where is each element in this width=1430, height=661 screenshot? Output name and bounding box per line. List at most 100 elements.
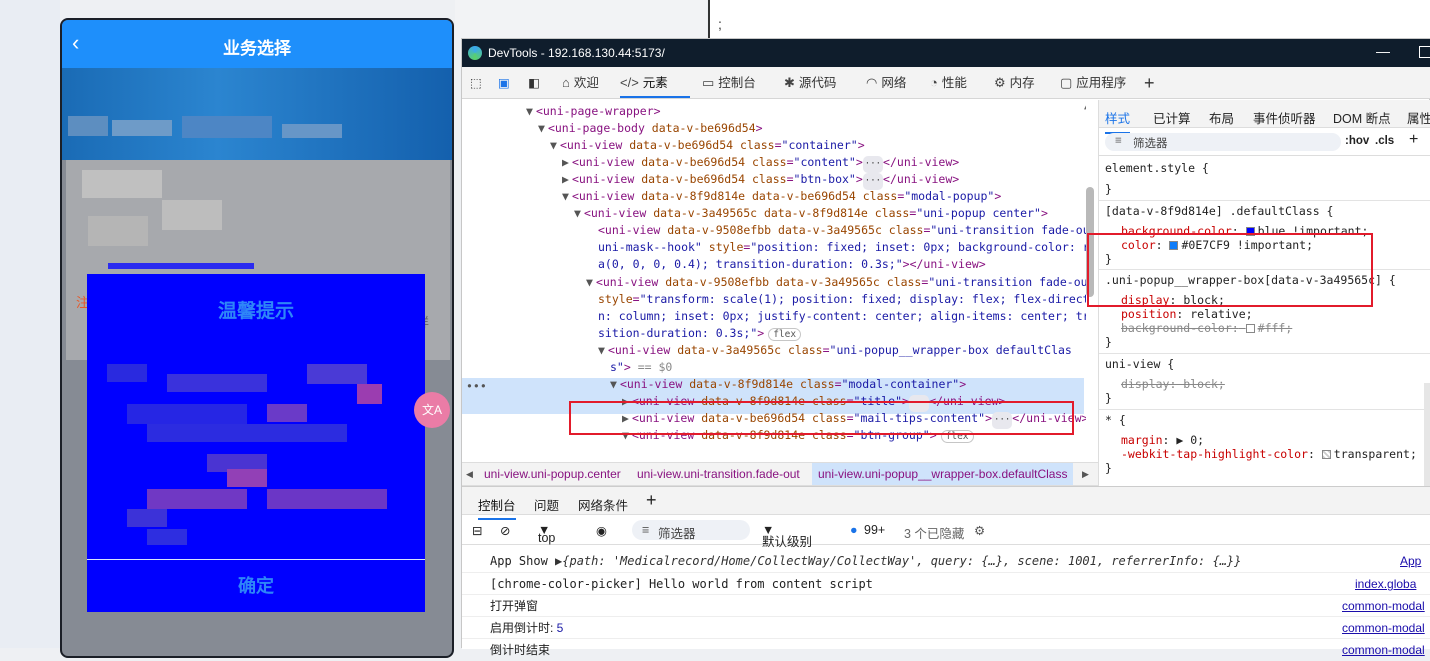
dom-tree-line[interactable]: ▼ <uni-page-body data-v-be696d54> [538, 120, 763, 137]
add-drawer-tab-icon[interactable]: + [646, 490, 657, 511]
tab-properties[interactable]: 属性 [1407, 108, 1430, 127]
minimize-icon[interactable]: — [1376, 43, 1390, 59]
dom-tree-line[interactable]: ▶ <uni-view data-v-be696d54 class="btn-bo… [562, 171, 959, 191]
dom-token: > [855, 172, 863, 187]
dom-tree-line[interactable]: ▼ <uni-view data-v-8f9d814e data-v-be696d… [562, 188, 1001, 205]
hov-toggle[interactable]: :hov [1345, 135, 1369, 147]
console-source-link[interactable]: index.globa [1355, 573, 1416, 595]
dom-token: > [857, 138, 865, 153]
inspect-icon[interactable]: ⬚ [470, 67, 482, 98]
collapse-arrow-icon[interactable]: ▼ [562, 189, 569, 203]
sidebar-toggle-icon[interactable]: ⊟ [472, 523, 482, 538]
dom-token: = [786, 155, 794, 170]
drawer-tab-network-conditions[interactable]: 网络条件 [578, 495, 628, 514]
dom-token: "uni-transition fade-out [930, 223, 1086, 238]
crumb-left-icon[interactable]: ◀ [466, 469, 473, 480]
add-tab-icon[interactable]: + [1144, 67, 1155, 98]
collapse-arrow-icon[interactable]: ▼ [538, 121, 545, 135]
dom-tree-line[interactable]: n: column; inset: 0px; justify-content: … [598, 308, 1086, 325]
tab-performance[interactable]: ◔ 性能 [930, 67, 967, 98]
collapse-arrow-icon[interactable]: ▼ [526, 104, 533, 118]
dom-tree-line[interactable]: ▼ <uni-view data-v-9508efbb data-v-3a4956… [586, 274, 1086, 291]
breadcrumb-item[interactable]: uni-view.uni-transition.fade-out [637, 467, 800, 481]
dom-token: == $0 [630, 359, 673, 374]
tab-sources[interactable]: ✱ 源代码 [784, 67, 836, 98]
add-rule-icon[interactable]: + [1409, 131, 1418, 149]
dom-tree-line[interactable]: a(0, 0, 0, 0.4); transition-duration: 0.… [598, 256, 986, 273]
breadcrumb-item[interactable]: uni-view.uni-popup.center [484, 467, 621, 481]
scroll-up-icon[interactable]: ▲ [1084, 102, 1086, 112]
collapse-arrow-icon[interactable]: ▼ [610, 377, 617, 391]
dom-token: data-v-9508efbb data-v-3a49565c class [665, 274, 922, 289]
dom-tree-line[interactable]: ▼ <uni-view data-v-be696d54 class="contai… [550, 137, 865, 154]
styles-scrollbar[interactable] [1424, 383, 1430, 486]
clear-console-icon[interactable]: ⊘ [500, 523, 510, 538]
dom-tree-line[interactable]: uni-mask--hook" style="position: fixed; … [598, 239, 1086, 256]
dom-tree-line[interactable]: ▼ <uni-view data-v-3a49565c data-v-8f9d81… [574, 205, 1048, 222]
dom-token: uni-mask--hook" [598, 240, 709, 255]
collapse-arrow-icon[interactable]: ▼ [586, 275, 593, 289]
crumb-right-icon[interactable]: ▶ [1082, 469, 1089, 480]
dom-token: data-v-3a49565c class [677, 342, 823, 357]
dom-token: > [757, 325, 765, 340]
message-count[interactable]: 99+ [864, 523, 885, 537]
eye-icon[interactable]: ◉ [596, 523, 607, 538]
wifi-icon: ◠ [866, 75, 878, 90]
console-source-link[interactable]: common-modal [1342, 617, 1425, 639]
dom-tree-line[interactable]: <uni-view data-v-9508efbb data-v-3a49565… [598, 222, 1086, 239]
confirm-button[interactable]: 确定 [87, 559, 425, 612]
collapse-arrow-icon[interactable]: ▼ [550, 138, 557, 152]
css-declaration-overridden[interactable]: background-color: #fff; [1121, 321, 1292, 336]
dom-token: > [623, 359, 631, 374]
more-icon[interactable]: ••• [466, 379, 487, 393]
dom-tree-line[interactable]: style="transform: scale(1); position: fi… [598, 291, 1086, 308]
tab-dom-breakpoints[interactable]: DOM 断点 [1333, 108, 1391, 127]
dom-tree-line[interactable]: ▼ <uni-view data-v-8f9d814e class="modal-… [610, 376, 966, 393]
flex-badge[interactable]: flex [768, 327, 802, 341]
log-level-select[interactable]: 默认级别 ▼ [762, 523, 812, 549]
tab-event-listeners[interactable]: 事件侦听器 [1253, 108, 1316, 127]
expand-arrow-icon[interactable]: ▶ [562, 155, 569, 169]
dom-token: = [834, 376, 842, 391]
color-swatch-icon[interactable] [1245, 324, 1255, 333]
css-declaration[interactable]: position: relative; [1121, 307, 1253, 322]
color-swatch-icon[interactable] [1321, 450, 1331, 459]
console-source-link[interactable]: common-modal [1342, 595, 1425, 617]
device-toggle-icon[interactable]: ▣ [498, 67, 510, 98]
expand-arrow-icon[interactable]: ▶ [562, 172, 569, 186]
dom-tree-line[interactable]: s"> == $0 [610, 359, 672, 376]
banner-image [62, 68, 452, 160]
tab-network[interactable]: ◠ 网络 [866, 67, 906, 98]
dock-icon[interactable]: ◧ [528, 67, 540, 98]
tab-elements[interactable]: </> 元素 [620, 67, 690, 98]
collapse-arrow-icon[interactable]: ▼ [574, 206, 581, 220]
settings-gear-icon[interactable]: ⚙ [974, 523, 985, 538]
tab-layout[interactable]: 布局 [1209, 108, 1234, 127]
dom-tree-line[interactable]: ▼ <uni-view data-v-3a49565c class="uni-po… [598, 342, 1072, 359]
dom-token: data-v-3a49565c data-v-8f9d814e class [653, 206, 910, 221]
console-source-link[interactable]: common-modal [1342, 639, 1425, 661]
dom-tree-line[interactable]: sition-duration: 0.3s;"> flex [598, 325, 802, 342]
tab-computed[interactable]: 已计算 [1153, 108, 1191, 127]
console-source-link[interactable]: App [1400, 550, 1421, 572]
console-object[interactable]: ▶{path: 'Medicalrecord/Home/CollectWay/C… [555, 554, 1241, 568]
tab-label: 元素 [642, 76, 668, 90]
tab-memory[interactable]: ⚙ 内存 [994, 67, 1035, 98]
app-icon: ▢ [1060, 75, 1073, 90]
drawer-tab-issues[interactable]: 问题 [534, 495, 559, 514]
css-declaration-overridden[interactable]: display: block; [1121, 377, 1225, 392]
collapse-arrow-icon[interactable]: ▼ [598, 343, 605, 357]
context-select[interactable]: top ▼ [538, 523, 555, 545]
css-declaration[interactable]: -webkit-tap-highlight-color: transparent… [1121, 447, 1417, 462]
translate-icon[interactable]: 文A [414, 392, 450, 428]
dom-tree-line[interactable]: ▶ <uni-view data-v-be696d54 class="conten… [562, 154, 959, 174]
dom-token: = [774, 138, 782, 153]
css-declaration[interactable]: margin: ▶ 0; [1121, 433, 1204, 448]
tab-console[interactable]: ▭ 控制台 [702, 67, 756, 98]
dom-tree-line[interactable]: ▼ <uni-page-wrapper> [526, 103, 661, 120]
breadcrumb-item-selected[interactable]: uni-view.uni-popup__wrapper-box.defaultC… [812, 463, 1074, 485]
maximize-icon[interactable] [1419, 46, 1430, 58]
cls-toggle[interactable]: .cls [1375, 135, 1394, 147]
tab-welcome[interactable]: ⌂ 欢迎 [562, 67, 599, 98]
tab-application[interactable]: ▢ 应用程序 [1060, 67, 1126, 98]
